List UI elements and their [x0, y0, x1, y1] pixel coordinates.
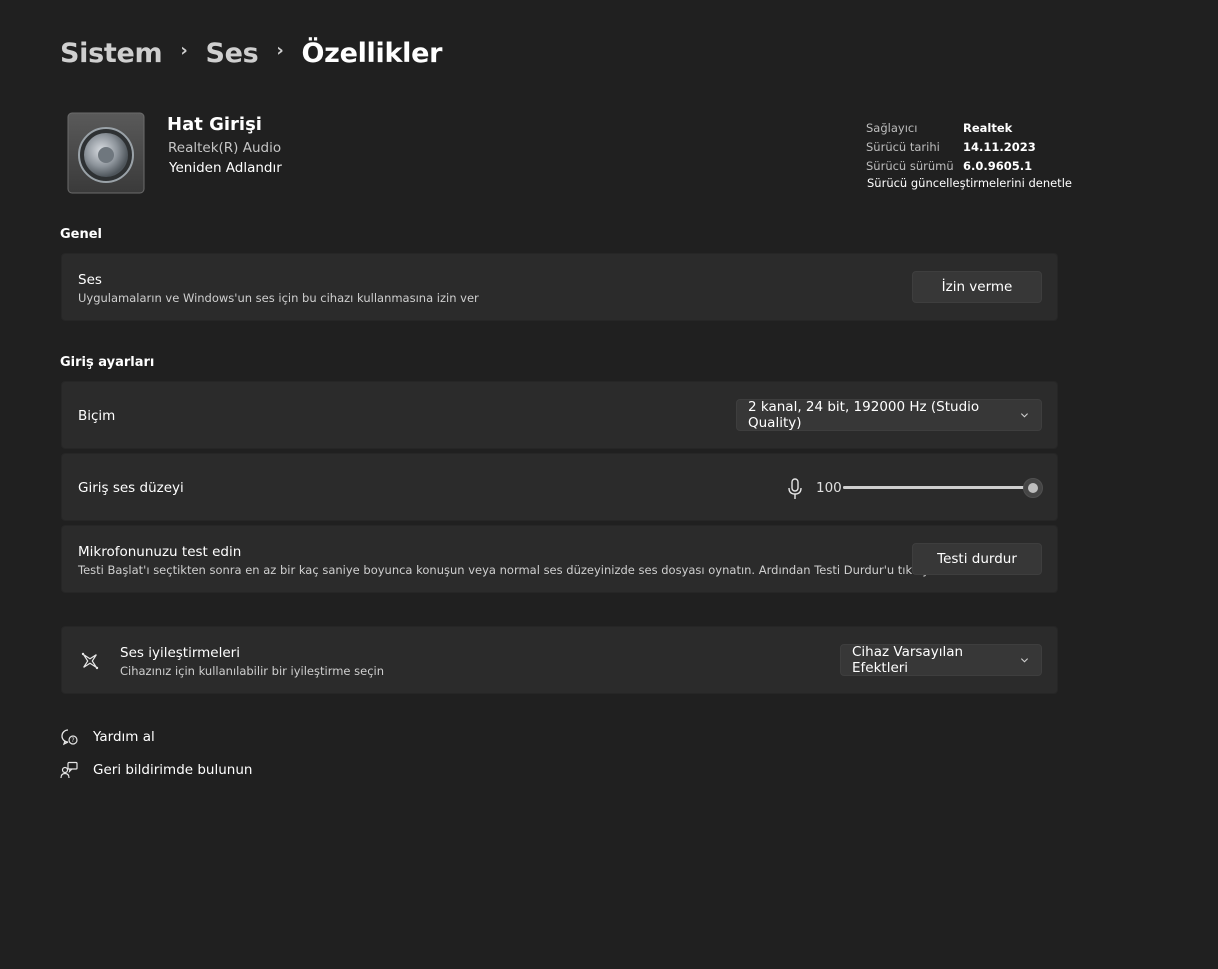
feedback-icon [60, 761, 78, 779]
driver-date-label: Sürücü tarihi [866, 139, 940, 154]
help-chat-icon: ? [61, 729, 78, 746]
input-volume-slider[interactable] [843, 478, 1043, 498]
mic-test-title: Mikrofonunuzu test edin [78, 544, 242, 560]
input-volume-title: Giriş ses düzeyi [78, 480, 184, 496]
driver-version-value: 6.0.9605.1 [963, 158, 1033, 173]
driver-provider-label: Sağlayıcı [866, 120, 918, 135]
microphone-icon[interactable] [787, 478, 803, 500]
device-name: Hat Girişi [167, 114, 262, 135]
deny-button[interactable]: İzin verme [912, 271, 1042, 303]
help-link[interactable]: ? Yardım al [60, 728, 155, 746]
audio-permission-card: Ses Uygulamaların ve Windows'un ses için… [61, 253, 1058, 321]
feedback-link-label: Geri bildirimde bulunun [93, 762, 253, 778]
driver-version-row: Sürücü sürümü 6.0.9605.1 [866, 156, 1036, 175]
breadcrumb-item-sound[interactable]: Ses [205, 38, 258, 69]
driver-version-label: Sürücü sürümü [866, 158, 954, 173]
settings-page: Sistem › Ses › Özellikler Hat Girişi Rea… [0, 0, 1218, 969]
format-dropdown-value: 2 kanal, 24 bit, 192000 Hz (Studio Quali… [748, 399, 980, 431]
driver-date-row: Sürücü tarihi 14.11.2023 [866, 137, 1036, 156]
audio-permission-description: Uygulamaların ve Windows'un ses için bu … [78, 291, 479, 305]
input-volume-slider-fill [843, 486, 1033, 489]
enhancements-description: Cihazınız için kullanılabilir bir iyileş… [120, 664, 385, 678]
format-dropdown[interactable]: 2 kanal, 24 bit, 192000 Hz (Studio Quali… [736, 399, 1042, 431]
driver-date-value: 14.11.2023 [963, 139, 1036, 154]
enhancements-dropdown-value: Cihaz Varsayılan Efektleri [852, 644, 964, 676]
driver-info: Sağlayıcı Realtek Sürücü tarihi 14.11.20… [866, 118, 1036, 175]
mic-test-description: Testi Başlat'ı seçtikten sonra en az bir… [78, 563, 940, 577]
chevron-down-icon [1020, 658, 1029, 663]
stop-test-button[interactable]: Testi durdur [912, 543, 1042, 575]
enhancements-title: Ses iyileştirmeleri [120, 645, 240, 661]
format-card: Biçim 2 kanal, 24 bit, 192000 Hz (Studio… [61, 381, 1058, 449]
device-driver-name: Realtek(R) Audio [168, 140, 282, 156]
driver-provider-row: Sağlayıcı Realtek [866, 118, 1036, 137]
input-volume-value: 100 [816, 480, 842, 496]
breadcrumb-item-system[interactable]: Sistem [60, 38, 163, 69]
section-title-input-settings: Giriş ayarları [60, 355, 155, 370]
chevron-down-icon [1021, 413, 1029, 418]
format-title: Biçim [78, 408, 116, 424]
audio-permission-title: Ses [78, 272, 102, 288]
speaker-icon [67, 112, 145, 194]
help-link-label: Yardım al [93, 729, 155, 745]
input-volume-card: Giriş ses düzeyi 100 [61, 453, 1058, 521]
svg-text:?: ? [71, 737, 74, 744]
enhancements-dropdown[interactable]: Cihaz Varsayılan Efektleri [840, 644, 1042, 676]
driver-provider-value: Realtek [963, 120, 1013, 135]
feedback-link[interactable]: Geri bildirimde bulunun [60, 761, 252, 779]
breadcrumb-separator-icon: › [180, 40, 188, 61]
rename-link[interactable]: Yeniden Adlandır [169, 160, 282, 176]
breadcrumb-separator-icon: › [276, 40, 284, 61]
enhancements-card: Ses iyileştirmeleri Cihazınız için kulla… [61, 626, 1058, 694]
breadcrumb: Sistem › Ses › Özellikler [60, 38, 442, 69]
section-title-general: Genel [60, 227, 103, 242]
mic-test-card: Mikrofonunuzu test edin Testi Başlat'ı s… [61, 525, 1058, 593]
sparkle-icon [81, 652, 99, 670]
breadcrumb-item-properties: Özellikler [301, 38, 443, 69]
input-volume-slider-thumb[interactable] [1023, 478, 1043, 498]
driver-update-link[interactable]: Sürücü güncelleştirmelerini denetle [867, 176, 1072, 190]
